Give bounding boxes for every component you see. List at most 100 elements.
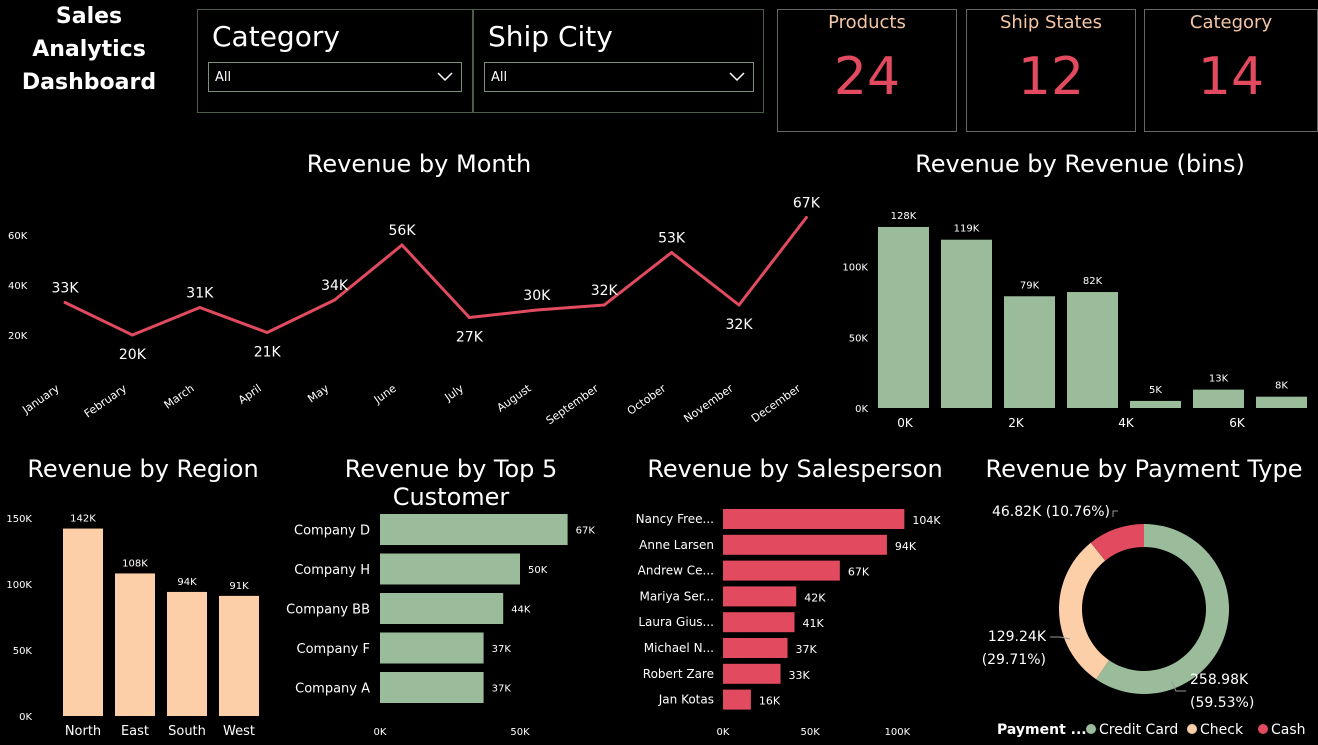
data-point	[467, 316, 471, 319]
revenue-by-salesperson-chart: Nancy Free... 104K Anne Larsen 94K Andrew Ce…	[636, 509, 941, 738]
data-label: 33K	[52, 281, 80, 297]
data-label: 31K	[186, 286, 214, 302]
data-label: 67K	[793, 196, 821, 212]
data-label: 21K	[254, 345, 282, 361]
data-label: 42K	[804, 591, 826, 604]
x-tick-label: North	[65, 724, 101, 739]
category-slicer: Category All	[197, 9, 473, 113]
chevron-down-icon	[729, 72, 745, 82]
title-line-2: Dashboard	[21, 70, 157, 95]
legend-label: Cash	[1271, 722, 1306, 738]
bar	[1193, 389, 1244, 408]
region-chart-title: Revenue by Region	[27, 455, 259, 483]
data-label: (59.53%)	[1190, 695, 1254, 711]
bar	[878, 226, 929, 408]
category-slicer-label: Category	[212, 20, 340, 53]
data-label: 56K	[389, 223, 417, 239]
data-label: 13K	[1209, 374, 1229, 385]
data-label: 53K	[658, 231, 686, 247]
bar	[1130, 400, 1181, 408]
x-tick-label: 0K	[897, 416, 914, 430]
data-point	[804, 216, 808, 219]
data-point	[670, 251, 674, 254]
bar	[167, 591, 207, 716]
y-tick-label: 100K	[6, 580, 32, 591]
bar	[723, 612, 795, 633]
y-tick-label: 40K	[8, 281, 28, 292]
y-tick-label: 0K	[19, 712, 32, 723]
x-tick-label: East	[121, 724, 149, 739]
data-label: 91K	[229, 581, 249, 592]
data-label: 33K	[789, 669, 811, 682]
ship-city-slicer: Ship City All	[473, 9, 764, 113]
data-label: 46.82K (10.76%)	[992, 504, 1110, 520]
x-tick-label: July	[442, 382, 467, 405]
data-point	[130, 333, 134, 337]
data-point	[602, 303, 606, 307]
data-label: 142K	[70, 514, 96, 525]
bar	[723, 638, 788, 658]
y-tick-label: 150K	[6, 514, 32, 525]
category-label: Company D	[294, 524, 370, 539]
data-label: 82K	[1083, 276, 1103, 287]
data-label: 16K	[759, 695, 781, 708]
data-point	[333, 298, 337, 302]
data-label: 37K	[796, 643, 818, 656]
x-tick-label: 0K	[374, 727, 387, 738]
ship-states-card-title: Ship States	[999, 12, 1102, 33]
x-tick-label: March	[162, 382, 197, 412]
legend-marker	[1086, 724, 1096, 734]
data-label: 32K	[726, 317, 754, 333]
x-tick-label: December	[749, 382, 804, 426]
category-dropdown-value: All	[215, 70, 232, 85]
category-label: Robert Zare	[643, 667, 714, 681]
legend-title: Payment ...	[997, 722, 1087, 738]
x-tick-label: May	[305, 382, 331, 406]
products-card: Products 24	[777, 9, 957, 132]
data-label: (29.71%)	[982, 652, 1046, 668]
ship-city-dropdown[interactable]: All	[484, 62, 754, 92]
bar	[1004, 296, 1055, 408]
bar	[1256, 396, 1307, 408]
bins-chart-title: Revenue by Revenue (bins)	[915, 150, 1245, 178]
payment-chart-title: Revenue by Payment Type	[985, 455, 1303, 483]
data-label: 20K	[119, 347, 147, 363]
data-label: 108K	[122, 558, 148, 569]
bar	[723, 586, 797, 607]
bar	[723, 663, 781, 684]
data-label: 129.24K	[988, 629, 1047, 645]
legend-label: Credit Card	[1099, 722, 1178, 738]
leader-line	[1112, 510, 1118, 517]
data-label: 94K	[177, 577, 197, 588]
data-label: 67K	[576, 526, 596, 537]
data-label: 37K	[492, 684, 512, 695]
ship-states-card-value: 12	[1017, 47, 1085, 107]
category-card-value: 14	[1197, 47, 1265, 107]
category-dropdown[interactable]: All	[208, 62, 462, 92]
pie-slice	[1059, 542, 1110, 680]
dashboard-title: Sales Analytics Dashboard	[0, 0, 178, 99]
data-label: 128K	[891, 211, 917, 222]
bar	[723, 534, 887, 555]
bar	[380, 593, 504, 624]
x-tick-label: April	[236, 382, 264, 407]
data-label: 119K	[954, 224, 980, 235]
y-tick-label: 100K	[842, 263, 868, 274]
revenue-by-region-chart: 0K 50K 100K 150K 142K North 108K East 94K South 91…	[6, 514, 259, 739]
x-tick-label: 50K	[510, 727, 530, 738]
data-label: 8K	[1275, 381, 1288, 392]
data-point	[535, 308, 539, 312]
x-tick-label: 0K	[717, 727, 730, 738]
data-label: 50K	[528, 565, 548, 576]
bar	[380, 632, 484, 664]
bar	[219, 595, 259, 716]
x-tick-label: 6K	[1229, 416, 1246, 430]
data-label: 79K	[1020, 280, 1040, 291]
category-label: Company A	[295, 682, 370, 697]
category-label: Michael N...	[644, 641, 714, 655]
x-tick-label: 50K	[801, 727, 821, 738]
category-label: Jan Kotas	[658, 693, 714, 707]
category-label: Nancy Free...	[636, 512, 714, 526]
x-tick-label: August	[495, 381, 535, 414]
ship-city-slicer-label: Ship City	[488, 20, 613, 53]
